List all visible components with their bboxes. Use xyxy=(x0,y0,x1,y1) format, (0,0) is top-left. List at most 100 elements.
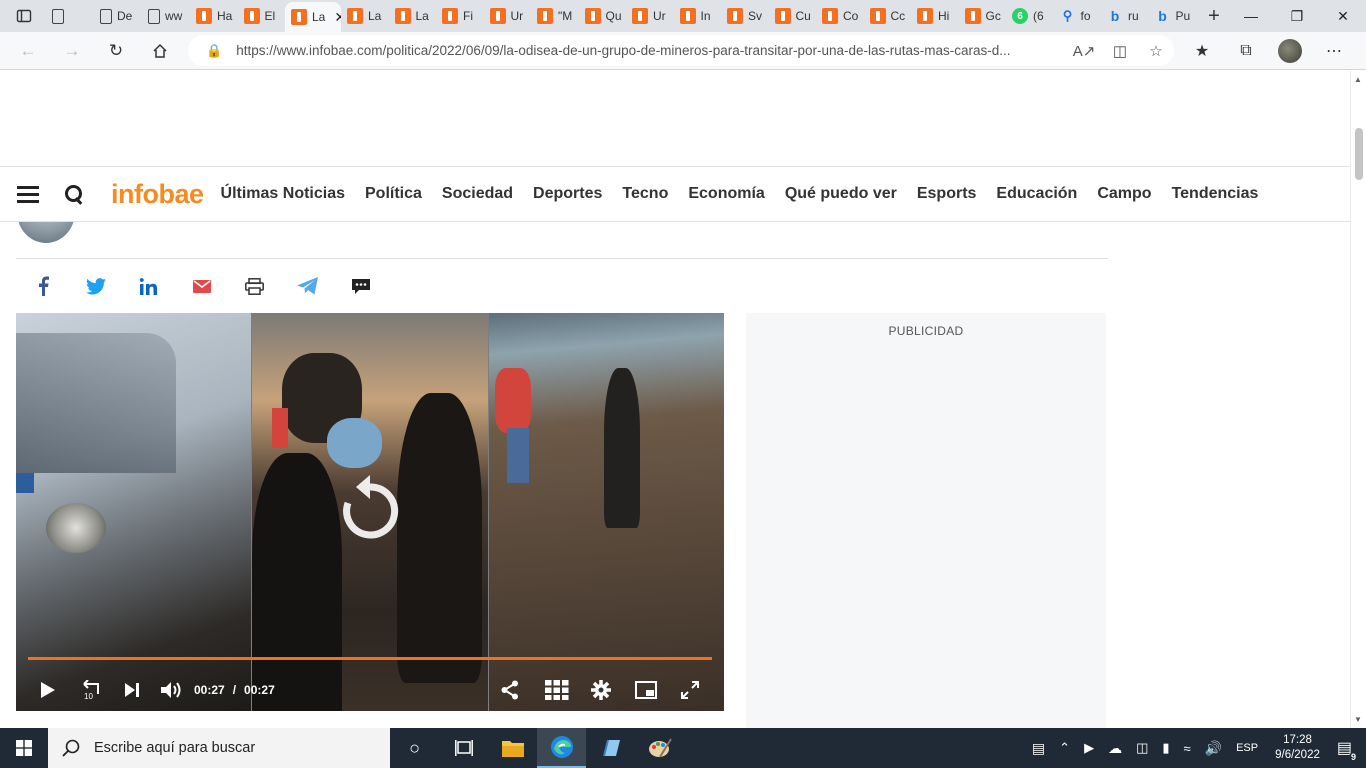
notifications-icon[interactable]: ▤ 9 xyxy=(1337,738,1358,762)
file-explorer-icon[interactable] xyxy=(488,728,537,768)
tab[interactable]: "M xyxy=(531,0,579,32)
taskbar-search-box[interactable]: Escribe aquí para buscar xyxy=(48,728,390,768)
nav-link[interactable]: Sociedad xyxy=(442,185,513,203)
site-logo[interactable]: infobae xyxy=(111,179,204,210)
tab[interactable]: Fi xyxy=(436,0,484,32)
back-button[interactable]: ← xyxy=(6,32,50,70)
tab[interactable]: b ru xyxy=(1101,0,1149,32)
meet-now-icon[interactable]: ▶ xyxy=(1084,740,1094,756)
tab-actions-button[interactable] xyxy=(0,0,46,32)
collections-icon[interactable]: ⧉ xyxy=(1224,42,1268,60)
scroll-down-arrow-icon[interactable]: ▼ xyxy=(1354,715,1362,724)
app-icon-notes[interactable] xyxy=(586,728,635,768)
tab[interactable]: Qu xyxy=(579,0,627,32)
scrollbar-thumb[interactable] xyxy=(1355,128,1363,180)
favorites-icon[interactable]: ★ xyxy=(1180,41,1224,61)
start-button[interactable] xyxy=(0,728,48,768)
profile-avatar[interactable] xyxy=(1278,39,1302,63)
clock[interactable]: 17:28 9/6/2022 xyxy=(1275,733,1320,763)
settings-icon[interactable] xyxy=(590,680,611,700)
forward-button[interactable]: → xyxy=(50,32,94,70)
tab[interactable]: De xyxy=(94,0,142,32)
nav-link[interactable]: Política xyxy=(365,185,422,203)
volume-tray-icon[interactable]: 🔊 xyxy=(1205,740,1222,757)
volume-icon[interactable] xyxy=(160,681,182,699)
home-button[interactable] xyxy=(138,32,182,70)
cortana-icon[interactable]: ○ xyxy=(390,728,439,768)
paint-icon[interactable] xyxy=(635,728,684,768)
linkedin-icon[interactable] xyxy=(122,277,175,295)
nav-link[interactable]: Educación xyxy=(996,185,1077,203)
arrow-right-icon: → xyxy=(63,40,81,60)
tab[interactable]: In xyxy=(674,0,722,32)
read-aloud-icon[interactable]: A↗ xyxy=(1066,42,1102,60)
new-tab-button[interactable]: + xyxy=(1196,0,1230,32)
fullscreen-icon[interactable] xyxy=(680,681,699,699)
telegram-icon[interactable] xyxy=(281,277,334,295)
nav-link[interactable]: Últimas Noticias xyxy=(221,185,345,203)
add-favorite-icon[interactable]: ☆ xyxy=(1138,42,1174,60)
play-icon[interactable] xyxy=(40,681,56,699)
facebook-icon[interactable] xyxy=(16,276,69,296)
tab[interactable]: ww xyxy=(142,0,190,32)
tab[interactable]: Ur xyxy=(626,0,674,32)
restore-button[interactable]: ❐ xyxy=(1274,0,1320,32)
replay-icon[interactable] xyxy=(338,473,402,543)
twitter-icon[interactable] xyxy=(69,277,122,295)
refresh-button[interactable]: ↻ xyxy=(94,32,138,70)
more-options-icon[interactable]: ⋯ xyxy=(1312,41,1356,61)
share-icon[interactable] xyxy=(501,680,519,700)
minimize-button[interactable]: — xyxy=(1228,0,1274,32)
email-icon[interactable] xyxy=(175,279,228,293)
task-view-icon[interactable] xyxy=(439,728,488,768)
tab[interactable]: Cc xyxy=(864,0,912,32)
news-widget-icon[interactable]: ▤ xyxy=(1032,740,1045,757)
onedrive-icon[interactable]: ☁ xyxy=(1108,740,1122,757)
nav-link[interactable]: Deportes xyxy=(533,185,602,203)
tab-active[interactable]: La ✕ xyxy=(285,2,341,32)
close-window-button[interactable]: ✕ xyxy=(1320,0,1366,32)
close-tab-icon[interactable]: ✕ xyxy=(334,9,341,26)
tab[interactable]: ⚲ fo xyxy=(1054,0,1102,32)
video-player[interactable]: 10 00:27 / 00:27 xyxy=(16,313,724,711)
hamburger-menu-icon[interactable] xyxy=(17,186,39,203)
scroll-up-arrow-icon[interactable]: ▲ xyxy=(1354,75,1362,84)
grid-icon[interactable] xyxy=(544,680,569,700)
print-icon[interactable] xyxy=(228,277,281,295)
comments-icon[interactable] xyxy=(334,278,387,295)
tab[interactable]: Hi xyxy=(911,0,959,32)
tab[interactable]: Cu xyxy=(769,0,817,32)
video-progress-bar[interactable] xyxy=(28,657,712,660)
tab[interactable]: La xyxy=(341,0,389,32)
page-scrollbar[interactable]: ▲ ▼ xyxy=(1350,71,1366,728)
nav-link[interactable]: Campo xyxy=(1097,185,1151,203)
tab[interactable]: b Pu xyxy=(1149,0,1197,32)
tab[interactable]: Ha xyxy=(190,0,238,32)
tab[interactable] xyxy=(46,0,94,32)
tab[interactable]: El xyxy=(238,0,286,32)
tab[interactable]: Ur xyxy=(484,0,532,32)
tab[interactable]: Gc xyxy=(959,0,1007,32)
doc-favicon-icon xyxy=(52,8,64,24)
nav-link[interactable]: Tecno xyxy=(622,185,668,203)
nav-link[interactable]: Tendencias xyxy=(1172,185,1259,203)
language-indicator[interactable]: ESP xyxy=(1236,742,1258,754)
rewind-10-icon[interactable]: 10 xyxy=(81,680,103,700)
tab[interactable]: Sv xyxy=(721,0,769,32)
edge-browser-icon[interactable] xyxy=(537,728,586,768)
show-hidden-icons-icon[interactable]: ⌃ xyxy=(1059,740,1070,756)
security-icon[interactable]: ◫ xyxy=(1136,740,1148,756)
search-icon[interactable] xyxy=(65,184,84,204)
nav-link[interactable]: Esports xyxy=(917,185,977,203)
url-bar[interactable]: 🔒 https://www.infobae.com/politica/2022/… xyxy=(188,35,1174,66)
tab[interactable]: La xyxy=(389,0,437,32)
wifi-icon[interactable]: ≈ xyxy=(1184,741,1191,756)
nav-link[interactable]: Economía xyxy=(688,185,764,203)
tab[interactable]: 6 (6 xyxy=(1006,0,1054,32)
immersive-reader-icon[interactable]: ◫ xyxy=(1102,42,1138,60)
tab[interactable]: Co xyxy=(816,0,864,32)
next-icon[interactable] xyxy=(124,682,140,698)
picture-in-picture-icon[interactable] xyxy=(634,681,657,699)
battery-icon[interactable]: ▮ xyxy=(1162,740,1169,756)
nav-link[interactable]: Qué puedo ver xyxy=(785,185,897,203)
